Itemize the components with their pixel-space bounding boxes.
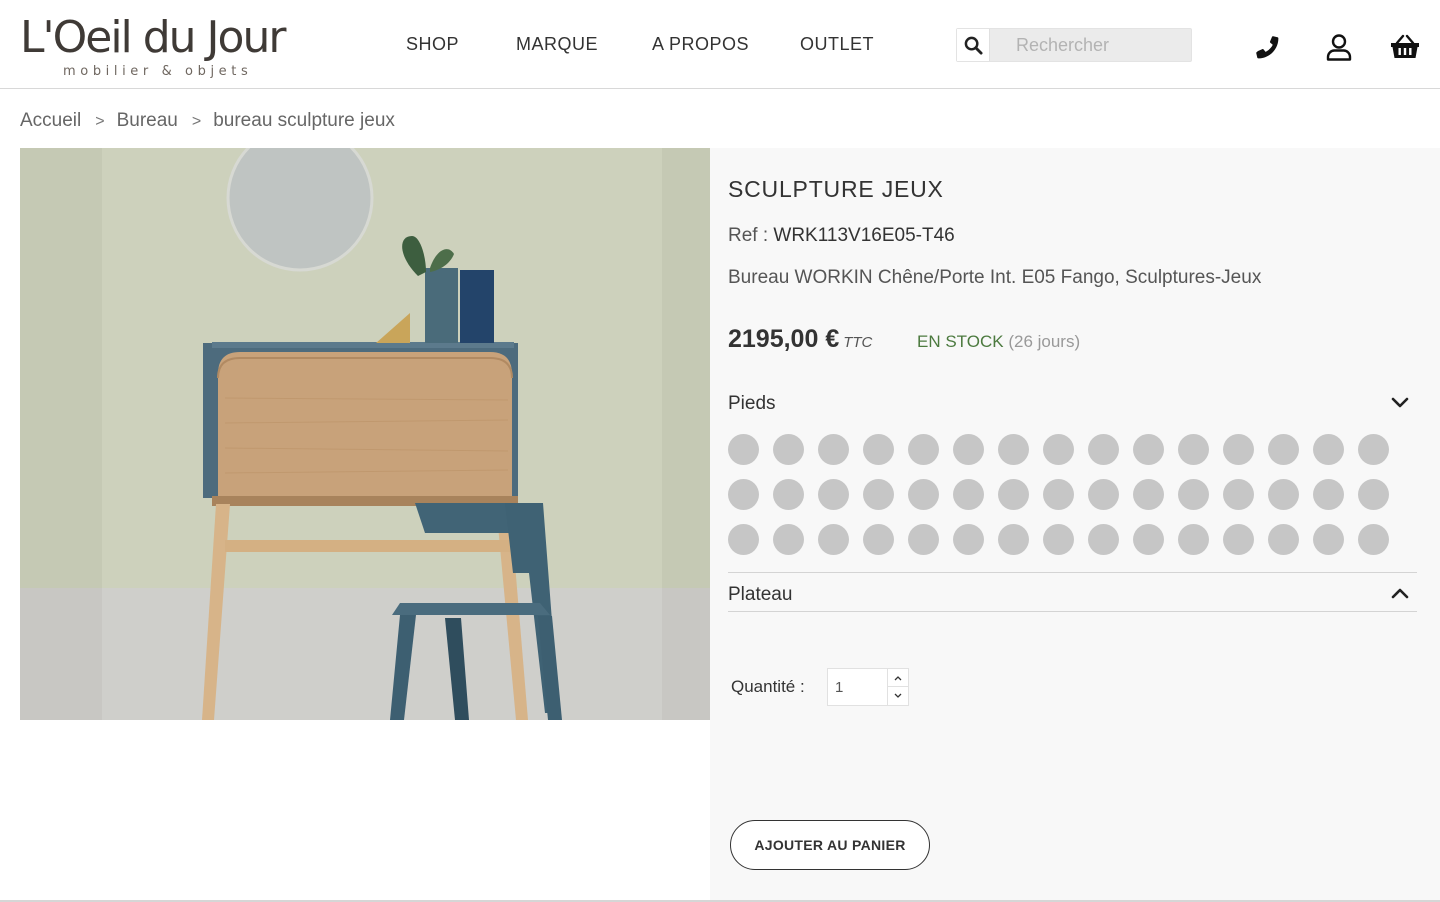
site-logo[interactable]: L'Oeil du Jour mobilier & objets	[20, 12, 320, 82]
color-swatch[interactable]	[728, 434, 759, 465]
color-swatch[interactable]	[1313, 524, 1344, 555]
add-to-cart-button[interactable]: AJOUTER AU PANIER	[730, 820, 930, 870]
color-swatch[interactable]	[1133, 524, 1164, 555]
color-swatch[interactable]	[1043, 479, 1074, 510]
breadcrumb-separator: >	[191, 113, 202, 130]
product-info-panel: SCULPTURE JEUX Ref : WRK113V16E05-T46 Bu…	[710, 148, 1440, 902]
color-swatch[interactable]	[1088, 524, 1119, 555]
color-swatch[interactable]	[1313, 479, 1344, 510]
color-swatch[interactable]	[1133, 479, 1164, 510]
ref-value: WRK113V16E05-T46	[773, 225, 955, 246]
color-swatch[interactable]	[773, 434, 804, 465]
option-header-plateau[interactable]: Plateau	[728, 574, 1417, 614]
color-swatch[interactable]	[1043, 434, 1074, 465]
search-input[interactable]	[991, 29, 1191, 61]
product-price: 2195,00 € TTC	[728, 325, 872, 354]
product-photo-illustration	[20, 148, 710, 720]
color-swatch[interactable]	[953, 524, 984, 555]
site-header: L'Oeil du Jour mobilier & objets SHOP MA…	[0, 0, 1440, 89]
color-swatch[interactable]	[1358, 524, 1389, 555]
color-swatch[interactable]	[908, 524, 939, 555]
breadcrumb-item-current: bureau sculpture jeux	[213, 110, 395, 131]
nav-item-shop[interactable]: SHOP	[406, 34, 459, 55]
quantity-stepper	[827, 668, 909, 706]
product-title: SCULPTURE JEUX	[728, 176, 944, 202]
nav-item-outlet[interactable]: OUTLET	[800, 34, 874, 55]
price-suffix: TTC	[843, 334, 873, 351]
color-swatch[interactable]	[1268, 479, 1299, 510]
color-swatch[interactable]	[1358, 434, 1389, 465]
chevron-up-icon	[894, 675, 902, 680]
color-swatch[interactable]	[728, 479, 759, 510]
color-swatch[interactable]	[1178, 479, 1209, 510]
color-swatch[interactable]	[818, 524, 849, 555]
color-swatch[interactable]	[1043, 524, 1074, 555]
search-icon	[964, 36, 983, 55]
stock-label: EN STOCK	[917, 332, 1004, 351]
option-label-pieds: Pieds	[728, 393, 776, 414]
color-swatch[interactable]	[908, 434, 939, 465]
product-reference: Ref : WRK113V16E05-T46	[728, 225, 955, 247]
breadcrumb-separator: >	[95, 113, 105, 130]
color-swatch[interactable]	[1358, 479, 1389, 510]
color-swatch[interactable]	[1268, 524, 1299, 555]
color-swatch[interactable]	[773, 524, 804, 555]
ref-label: Ref :	[728, 225, 774, 246]
nav-item-a-propos[interactable]: A PROPOS	[652, 34, 749, 55]
quantity-label: Quantité :	[731, 677, 805, 696]
color-swatch[interactable]	[1088, 434, 1119, 465]
option-label-plateau: Plateau	[728, 584, 793, 605]
price-value: 2195,00 €	[728, 325, 840, 353]
stock-delay: (26 jours)	[1008, 332, 1081, 351]
color-swatch[interactable]	[728, 524, 759, 555]
product-description: Bureau WORKIN Chêne/Porte Int. E05 Fango…	[728, 267, 1262, 288]
basket-icon	[1391, 34, 1419, 58]
color-swatch[interactable]	[998, 524, 1029, 555]
phone-button[interactable]	[1252, 32, 1282, 62]
quantity-increase-button[interactable]	[887, 669, 908, 687]
color-swatch[interactable]	[1088, 479, 1119, 510]
color-swatch[interactable]	[1223, 479, 1254, 510]
color-swatch[interactable]	[818, 434, 849, 465]
color-swatch[interactable]	[953, 479, 984, 510]
quantity-decrease-button[interactable]	[887, 687, 908, 705]
color-swatch[interactable]	[818, 479, 849, 510]
color-swatch[interactable]	[998, 479, 1029, 510]
color-swatch[interactable]	[1133, 434, 1164, 465]
color-swatch[interactable]	[1178, 524, 1209, 555]
search-bar	[956, 28, 1192, 62]
logo-main-text: L'Oeil du Jour	[20, 12, 286, 63]
option-divider	[728, 611, 1417, 612]
color-swatch[interactable]	[1313, 434, 1344, 465]
user-icon	[1326, 34, 1352, 61]
color-swatch[interactable]	[863, 479, 894, 510]
phone-icon	[1256, 36, 1279, 59]
chevron-down-icon[interactable]	[1389, 391, 1411, 413]
logo-subtitle: mobilier & objets	[63, 64, 253, 79]
breadcrumb-item-bureau[interactable]: Bureau	[117, 110, 178, 131]
color-swatch[interactable]	[1178, 434, 1209, 465]
quantity-input[interactable]	[828, 669, 888, 705]
color-swatch[interactable]	[773, 479, 804, 510]
product-image[interactable]	[20, 148, 710, 720]
color-swatch[interactable]	[908, 479, 939, 510]
color-swatch[interactable]	[863, 434, 894, 465]
option-header-pieds[interactable]: Pieds	[728, 383, 1417, 423]
stock-status: EN STOCK (26 jours)	[917, 332, 1080, 352]
color-swatch[interactable]	[863, 524, 894, 555]
cart-button[interactable]	[1390, 32, 1420, 62]
color-swatch[interactable]	[1223, 434, 1254, 465]
nav-item-marque[interactable]: MARQUE	[516, 34, 598, 55]
account-button[interactable]	[1324, 32, 1354, 62]
breadcrumb: Accueil > Bureau > bureau sculpture jeux	[20, 110, 395, 132]
color-swatch[interactable]	[1223, 524, 1254, 555]
color-swatch[interactable]	[953, 434, 984, 465]
color-swatch[interactable]	[1268, 434, 1299, 465]
option-divider	[728, 572, 1417, 573]
search-button[interactable]	[957, 29, 990, 61]
breadcrumb-item-accueil[interactable]: Accueil	[20, 110, 81, 131]
color-swatch[interactable]	[998, 434, 1029, 465]
chevron-down-icon	[894, 693, 902, 698]
chevron-up-icon[interactable]	[1389, 582, 1411, 604]
